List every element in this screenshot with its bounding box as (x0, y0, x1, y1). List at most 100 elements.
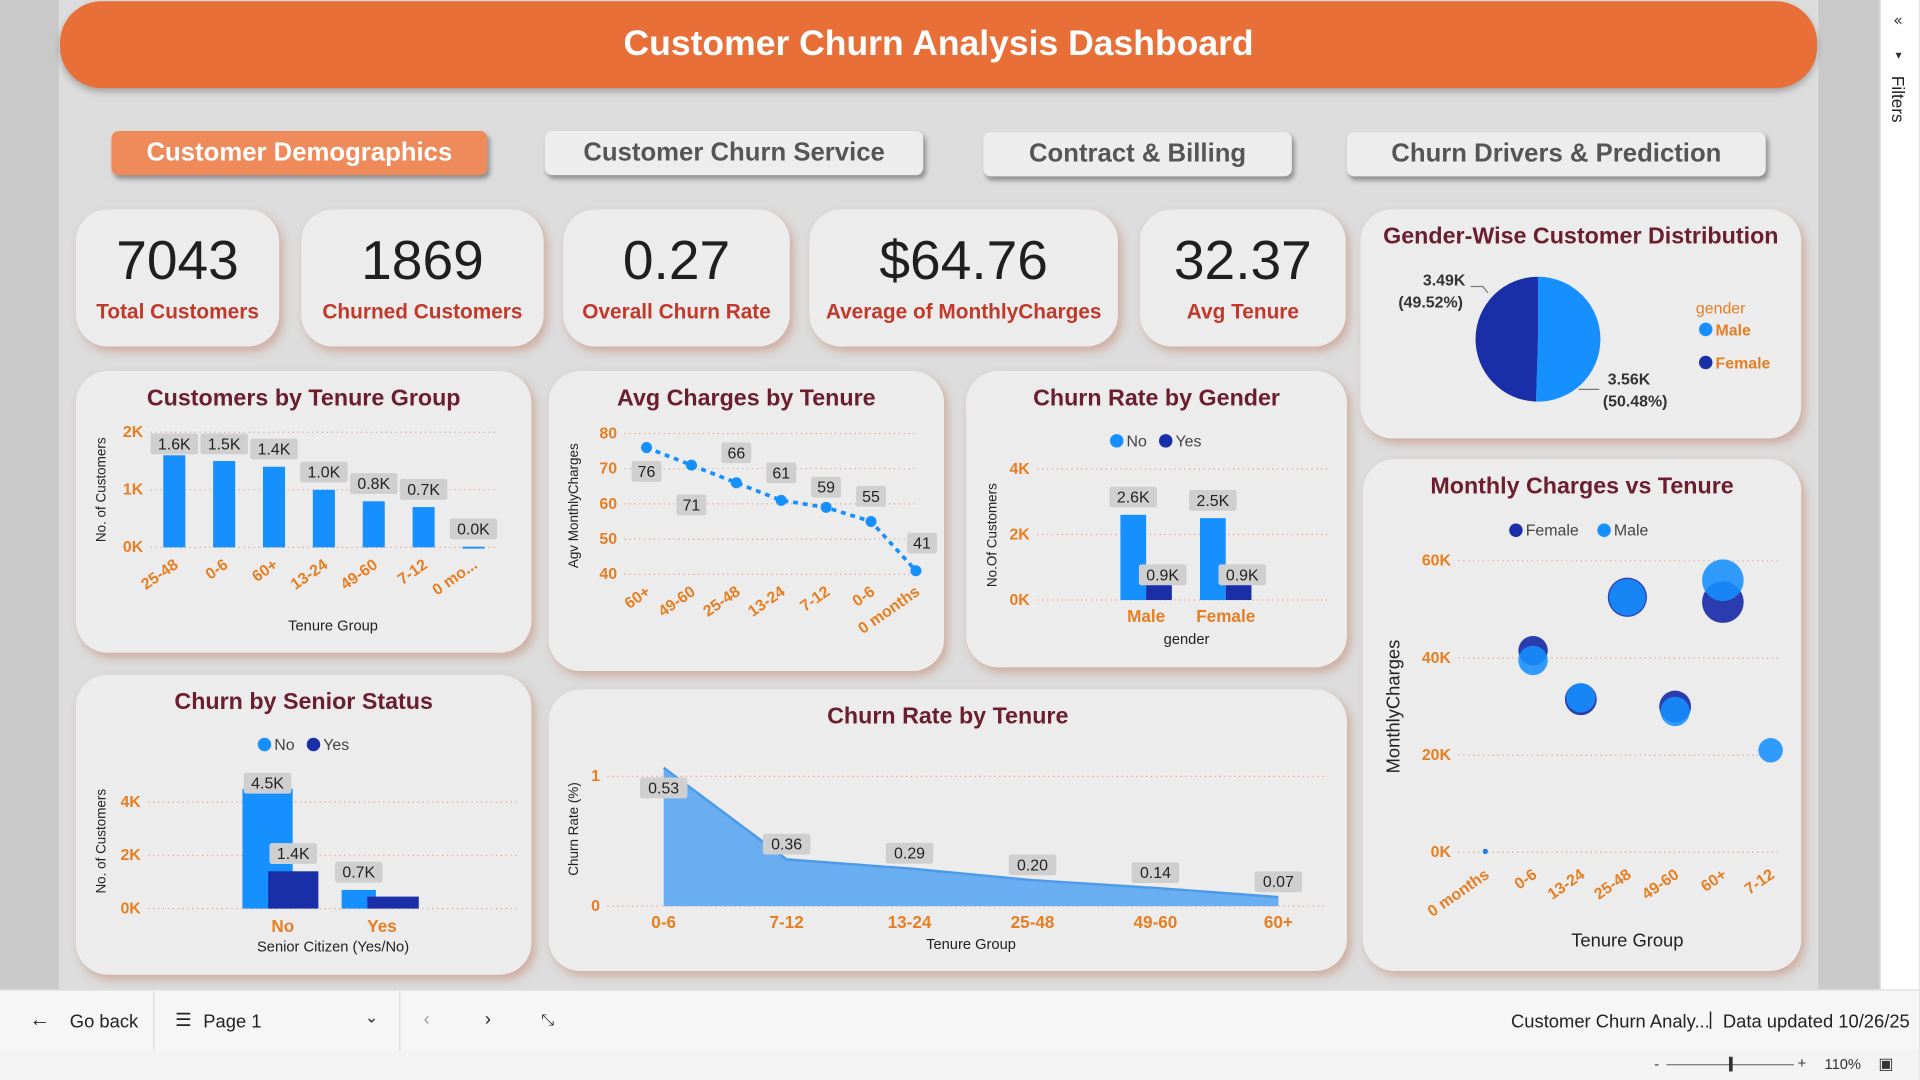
data-point (910, 565, 922, 577)
x-tick: 13-24 (888, 912, 932, 932)
canvas-margin-left (0, 0, 59, 990)
legend-dot-female (1509, 523, 1523, 537)
data-point (865, 515, 877, 527)
kpi-value: 32.37 (1173, 228, 1312, 291)
x-tick: 60+ (1264, 912, 1293, 932)
legend-dot-no (1110, 434, 1124, 448)
dashboard-header: Customer Churn Analysis Dashboard (60, 1, 1818, 89)
churn-tenure-chart: 0 1 Churn Rate (%) 0.53 0-6 0.36 7-12 0.29 13-24… (566, 766, 1328, 953)
y-axis-title: Agv MonthlyCharges (566, 443, 581, 568)
kpi-label: Average of MonthlyCharges (825, 299, 1102, 323)
kpi-average-monthly-charges: $64.76 Average of MonthlyCharges (809, 209, 1118, 347)
data-label: 0.9K (1146, 567, 1179, 584)
x-tick: 60+ (622, 583, 654, 612)
bar (462, 546, 485, 549)
data-label: 66 (727, 445, 745, 462)
gender-churn-card: Churn Rate by Gender No Yes 0K 2K 4K No.Of Cu… (966, 371, 1347, 668)
report-name: Customer Churn Analy... (1511, 1011, 1710, 1033)
chevron-down-icon[interactable]: ⌄ (365, 1008, 378, 1028)
app-window: Customer Churn Analysis Dashboard Custom… (0, 0, 1919, 1080)
bar (412, 507, 435, 548)
x-tick: 13-24 (1545, 866, 1588, 903)
data-label: 61 (772, 465, 790, 482)
go-back-button[interactable]: Go back (70, 1011, 138, 1032)
avg-charges-card: Avg Charges by Tenure 40 50 60 70 80 Agv Mont… (548, 371, 945, 672)
legend-label-male: Male (1614, 523, 1649, 540)
legend-title: gender (1696, 300, 1746, 317)
data-label: 76 (638, 464, 656, 481)
kpi-value: 1869 (361, 228, 484, 291)
x-tick: 7-12 (1742, 866, 1778, 898)
churn-tenure-ytick: 0 (591, 898, 600, 915)
arrow-left-icon[interactable]: ← (29, 1008, 50, 1032)
scatter-point-male (1660, 696, 1690, 727)
charges-vs-tenure-ytick: 20K (1422, 747, 1452, 764)
x-tick: 0 months (1425, 866, 1493, 921)
charges-vs-tenure-ytick: 40K (1422, 650, 1452, 667)
pie-slice-female (1475, 276, 1538, 402)
fit-to-page-icon[interactable]: ▣ (1878, 1054, 1893, 1074)
kpi-value: 7043 (116, 228, 239, 291)
charges-vs-tenure-card: Monthly Charges vs Tenure Female Male 0K 20… (1362, 459, 1802, 972)
x-tick: 0 mo... (430, 556, 481, 599)
kpi-avg-tenure: 32.37 Avg Tenure (1140, 209, 1346, 347)
double-chevron-left-icon[interactable]: « (1893, 12, 1903, 30)
x-tick: 7-12 (395, 556, 431, 588)
gender-churn-chart: No Yes 0K 2K 4K No.Of Customers 2.6K 0.9K Male 2.… (985, 433, 1328, 648)
tab-churn-drivers-prediction[interactable]: Churn Drivers & Prediction (1346, 132, 1766, 177)
x-tick: Yes (367, 916, 397, 936)
next-page-icon[interactable]: › (485, 1009, 491, 1030)
filters-label[interactable]: Filters (1888, 76, 1908, 123)
page-selector[interactable]: Page 1 (203, 1011, 261, 1032)
data-label: 0.8K (357, 476, 390, 493)
zoom-slider-handle[interactable] (1728, 1056, 1733, 1072)
bar (268, 871, 319, 909)
y-axis-title: No.Of Customers (985, 483, 1000, 587)
kpi-churned-customers: 1869 Churned Customers (301, 209, 544, 347)
scatter-point-male (1566, 683, 1596, 713)
status-bar: - + 110% ▣ (0, 1050, 1919, 1080)
zoom-in-button[interactable]: + (1798, 1054, 1807, 1071)
tab-contract-billing[interactable]: Contract & Billing (983, 132, 1292, 177)
pie-pct-male: (50.48%) (1603, 394, 1668, 411)
charges-vs-tenure-ytick: 60K (1422, 553, 1452, 570)
bar (1120, 514, 1147, 601)
data-point (730, 477, 742, 489)
pie-slice-male (1536, 276, 1601, 402)
bar (213, 461, 236, 548)
charges-vs-tenure-ytick: 0K (1431, 844, 1452, 861)
data-label: 1.0K (308, 465, 341, 482)
tab-customer-churn-service[interactable]: Customer Churn Service (544, 131, 924, 176)
data-label: 1.4K (277, 846, 310, 863)
page-list-icon: ☰ (175, 1010, 192, 1032)
x-axis-title: Tenure Group (926, 937, 1016, 953)
x-tick: 49-60 (338, 556, 381, 593)
senior-churn-chart: No Yes 0K 2K 4K No. of Customers 4.5K 1.4K No 0.7… (93, 737, 517, 955)
fit-to-page-icon[interactable]: ⤡ (541, 1010, 554, 1030)
avg-charges-ytick: 60 (599, 496, 617, 513)
x-tick: 25-48 (1591, 866, 1634, 903)
data-label: 1.6K (158, 436, 191, 453)
x-axis-title: Tenure Group (288, 619, 378, 635)
churn-tenure-card: Churn Rate by Tenure 0 1 Churn Rate (%) 0.5… (548, 689, 1347, 972)
legend-dot-yes (306, 737, 321, 752)
bar (362, 501, 385, 548)
tab-customer-demographics[interactable]: Customer Demographics (111, 131, 488, 176)
pie-label-male: 3.56K (1608, 371, 1651, 388)
filters-pane[interactable]: « ▾ Filters (1879, 0, 1919, 990)
leader-line (1470, 285, 1489, 294)
tenure-group-ytick: 1K (123, 482, 144, 499)
data-label: 0.7K (407, 482, 440, 499)
churn-tenure-ytick: 1 (591, 768, 600, 785)
previous-page-icon[interactable]: ‹ (424, 1009, 430, 1030)
kpi-overall-churn-rate: 0.27 Overall Churn Rate (563, 209, 790, 347)
kpi-label: Overall Churn Rate (582, 299, 771, 323)
data-label: 4.5K (251, 776, 284, 793)
data-label: 2.6K (1117, 490, 1150, 507)
avg-charges-ytick: 80 (599, 425, 617, 442)
legend-dot-no (257, 737, 272, 752)
data-updated-text: Data updated 10/26/25 (1722, 1011, 1910, 1033)
x-tick: 49-60 (656, 583, 699, 620)
x-tick: 49-60 (1134, 912, 1178, 932)
zoom-out-button[interactable]: - (1654, 1056, 1659, 1073)
